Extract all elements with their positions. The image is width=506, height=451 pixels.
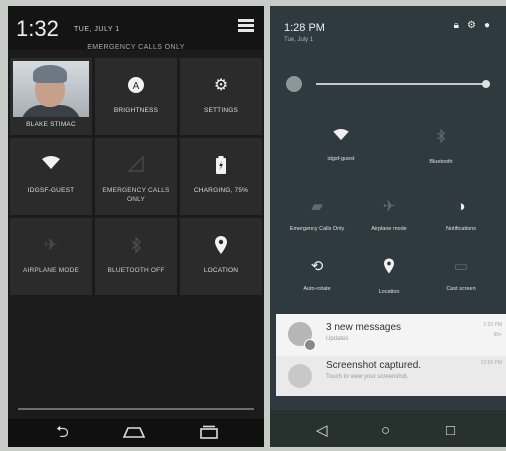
clock: 1:28 PM — [284, 22, 325, 34]
header-icons: 🔒︎⚙● — [454, 20, 498, 31]
emergency-calls-banner: EMERGENCY CALLS ONLY — [87, 44, 185, 51]
back-icon[interactable]: ⮌ — [56, 425, 69, 441]
tile-cast-screen[interactable]: ▭ Cast screen — [422, 258, 500, 293]
notification-time: 12:56 PM — [480, 360, 502, 366]
gear-icon: ⚙ — [213, 77, 229, 94]
screenshot-icon — [288, 364, 312, 388]
tile-label: IDGSF-GUEST — [27, 187, 75, 194]
tile-label: Cast screen — [446, 286, 476, 292]
date: TUE, JULY 1 — [74, 26, 120, 33]
tile-emergency[interactable]: ▰ Emergency Calls Only — [278, 198, 356, 233]
left-phone-screen: 1:32 TUE, JULY 1 EMERGENCY CALLS ONLY BL… — [8, 6, 264, 447]
tile-bluetooth[interactable]: Bluetooth — [402, 128, 480, 166]
clock: 1:32 — [16, 16, 59, 41]
airplane-icon: ✈ — [382, 198, 396, 215]
location-tile[interactable]: LOCATION — [180, 218, 262, 295]
tile-label: Notifications — [446, 226, 476, 232]
brightness-icon — [286, 76, 302, 92]
tile-label: Airplane mode — [371, 226, 407, 232]
home-icon[interactable] — [122, 425, 146, 443]
notification-subtitle: Touch to view your screenshot. — [326, 374, 409, 380]
signal-icon — [95, 155, 177, 178]
wifi-tile[interactable]: IDGSF-GUEST — [10, 138, 92, 215]
lock-icon: 🔒︎ — [453, 20, 467, 31]
message-badge-icon — [304, 339, 316, 351]
notification-title: 3 new messages — [326, 322, 402, 333]
user-avatar-icon[interactable]: ● — [484, 20, 498, 31]
notification-time: 1:20 PM — [483, 322, 502, 328]
user-name: BLAKE STIMAC — [26, 121, 76, 128]
tile-label: AIRPLANE MODE — [22, 267, 80, 274]
brightness-tile[interactable]: A BRIGHTNESS — [95, 58, 177, 135]
quick-settings-toggle-icon[interactable] — [238, 19, 254, 33]
tile-label: idgsf-guest — [327, 156, 355, 162]
tile-label: LOCATION — [203, 267, 239, 274]
tile-label: BLUETOOTH OFF — [107, 267, 165, 274]
panel-drag-handle[interactable] — [18, 408, 254, 410]
tile-label: SETTINGS — [203, 107, 239, 114]
auto-rotate-icon: ⟲ — [310, 258, 324, 275]
user-tile[interactable]: BLAKE STIMAC — [10, 58, 92, 135]
date: Tue, July 1 — [284, 37, 314, 43]
cast-icon: ▭ — [453, 258, 469, 275]
sim-icon: ▰ — [311, 198, 323, 215]
bluetooth-icon — [95, 236, 177, 260]
svg-text:A: A — [133, 81, 140, 92]
recent-apps-icon[interactable] — [198, 425, 220, 443]
brightness-slider[interactable] — [316, 80, 490, 88]
notification-subtitle: Updates — [326, 336, 349, 342]
battery-charging-icon — [180, 156, 262, 180]
cellular-tile[interactable]: EMERGENCY CALLS ONLY — [95, 138, 177, 215]
tile-label: Emergency Calls Only — [289, 226, 345, 232]
brightness-auto-icon: A — [95, 76, 177, 100]
settings-tile[interactable]: ⚙ SETTINGS — [180, 58, 262, 135]
bluetooth-tile[interactable]: BLUETOOTH OFF — [95, 218, 177, 295]
airplane-tile[interactable]: ✈ AIRPLANE MODE — [10, 218, 92, 295]
back-icon[interactable]: ◁ — [316, 423, 328, 438]
recent-apps-icon[interactable]: □ — [446, 423, 455, 438]
tile-auto-rotate[interactable]: ⟲ Auto-rotate — [278, 258, 356, 293]
tile-label: Bluetooth — [429, 159, 453, 165]
tile-wifi[interactable]: idgsf-guest — [302, 128, 380, 163]
tile-label: BRIGHTNESS — [113, 107, 159, 114]
battery-tile[interactable]: CHARGING, 75% — [180, 138, 262, 215]
notification-title: Screenshot captured. — [326, 360, 422, 371]
navigation-bar: ⮌ — [8, 419, 264, 447]
wifi-icon — [302, 128, 380, 146]
airplane-icon: ✈ — [44, 237, 58, 254]
tile-label: Auto-rotate — [303, 286, 331, 292]
right-phone-screen: 1:28 PM Tue, July 1 🔒︎⚙● idgsf-guest Blu… — [270, 6, 506, 447]
gear-icon[interactable]: ⚙ — [467, 20, 484, 31]
tile-location[interactable]: Location — [350, 258, 428, 296]
tile-label: EMERGENCY CALLS ONLY — [102, 187, 170, 203]
wifi-icon — [10, 156, 92, 176]
tile-label: CHARGING, 75% — [193, 187, 249, 194]
notification-screenshot[interactable]: Screenshot captured. Touch to view your … — [276, 356, 506, 396]
notification-count: 99+ — [493, 332, 502, 338]
location-pin-icon — [350, 258, 428, 279]
home-icon[interactable]: ○ — [381, 423, 390, 438]
notification-messages[interactable]: 3 new messages Updates 1:20 PM 99+ — [276, 314, 506, 356]
notifications-icon: ◑ — [456, 198, 466, 215]
tile-airplane[interactable]: ✈ Airplane mode — [350, 198, 428, 233]
tile-notifications[interactable]: ◑ Notifications — [422, 198, 500, 233]
navigation-bar: ◁ ○ □ — [270, 410, 506, 447]
slider-thumb[interactable] — [482, 80, 490, 88]
tile-label: Location — [378, 289, 400, 295]
bluetooth-icon — [402, 128, 480, 149]
location-pin-icon — [180, 236, 262, 260]
avatar — [13, 61, 89, 117]
